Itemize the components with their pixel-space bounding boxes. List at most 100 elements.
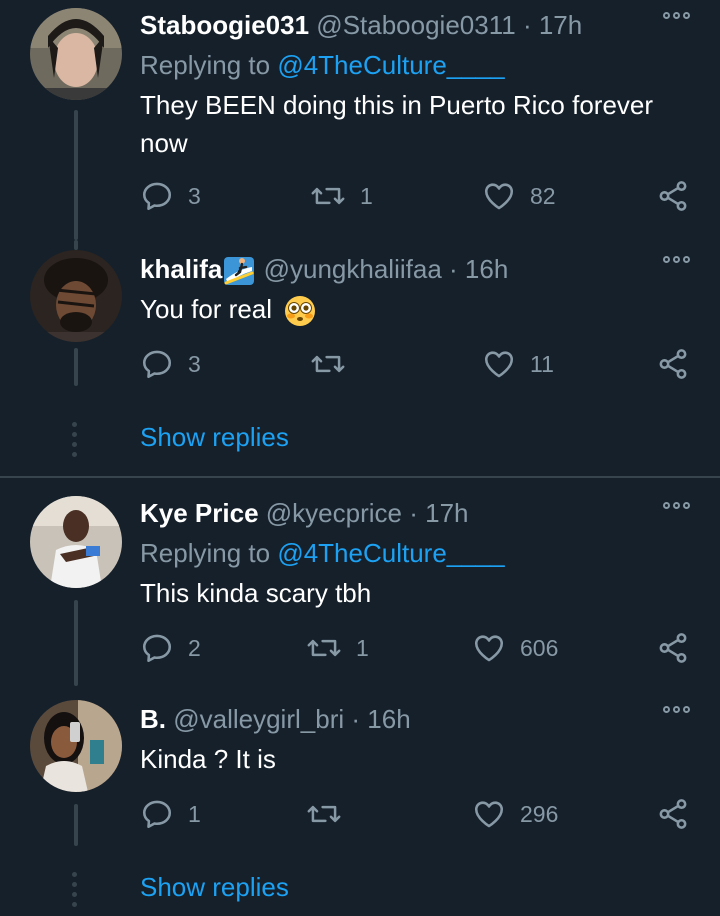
user-handle[interactable]: @Staboogie0311 (316, 10, 515, 40)
like-count: 606 (520, 634, 559, 661)
timestamp[interactable]: 16h (367, 704, 410, 734)
tweet[interactable]: Kye Price @kyecprice · 17h Replying to @… (0, 496, 720, 696)
tweet-actions: 1 296 (140, 794, 700, 834)
tweet-actions: 3 11 (140, 344, 700, 384)
like-icon (474, 635, 504, 662)
separator-dot: · (409, 498, 418, 528)
separator-dot: · (351, 704, 361, 734)
timestamp[interactable]: 16h (465, 254, 508, 284)
mention-link[interactable]: @4TheCulture____ (277, 538, 504, 568)
like-button[interactable]: 11 (482, 344, 554, 384)
replying-label: Replying to (140, 50, 271, 80)
tweet-text-content: You for real (140, 294, 273, 324)
avatar[interactable] (30, 496, 122, 588)
share-icon (659, 349, 687, 379)
replying-to: Replying to @4TheCulture____ (140, 536, 505, 570)
tweet[interactable]: Staboogie031 @Staboogie0311 · 17h Replyi… (0, 0, 720, 250)
reply-count: 3 (188, 350, 201, 377)
avatar[interactable] (30, 250, 122, 342)
avatar[interactable] (30, 700, 122, 792)
tweet-header: B. @valleygirl_bri · 16h (140, 702, 411, 736)
share-icon (659, 181, 687, 211)
like-button[interactable]: 82 (482, 176, 556, 216)
separator-dot: · (522, 10, 532, 40)
tweet-header: khalifa @yungkhaliifaa · 16h (140, 252, 508, 287)
tweet-header: Staboogie031 @Staboogie0311 · 17h (140, 8, 582, 42)
like-count: 11 (530, 350, 554, 377)
thread-line (74, 240, 78, 250)
timestamp[interactable]: 17h (425, 498, 468, 528)
reply-count: 3 (188, 182, 201, 209)
tweet[interactable]: khalifa @yungkhaliifaa · 16h You for rea… (0, 240, 720, 400)
user-handle[interactable]: @kyecprice (266, 498, 402, 528)
share-button[interactable] (656, 344, 690, 384)
share-button[interactable] (656, 628, 690, 668)
tweet-text: You for real (140, 290, 700, 328)
retweet-icon (307, 639, 341, 657)
replying-label: Replying to (140, 538, 271, 568)
retweet-count: 1 (360, 182, 373, 209)
display-name[interactable]: khalifa (140, 254, 222, 284)
reply-icon (142, 634, 172, 663)
retweet-count: 1 (356, 634, 369, 661)
more-icon[interactable] (663, 256, 690, 263)
show-replies-link[interactable]: Show replies (140, 420, 289, 454)
reply-count: 2 (188, 634, 201, 661)
retweet-button[interactable] (306, 794, 356, 834)
like-button[interactable]: 606 (472, 628, 558, 668)
like-button[interactable]: 296 (472, 794, 558, 834)
like-icon (484, 351, 514, 378)
retweet-icon (307, 805, 341, 823)
thread-ellipsis (72, 872, 77, 907)
tweet-header: Kye Price @kyecprice · 17h (140, 496, 469, 530)
show-replies-link[interactable]: Show replies (140, 870, 289, 904)
more-icon[interactable] (663, 706, 690, 713)
thread-line (74, 348, 78, 386)
like-count: 296 (520, 800, 559, 827)
display-name[interactable]: B. (140, 704, 166, 734)
tweet[interactable]: B. @valleygirl_bri · 16h Kinda ? It is 1… (0, 700, 720, 850)
share-button[interactable] (656, 176, 690, 216)
retweet-icon (311, 355, 345, 373)
thread-line (74, 600, 78, 686)
surfer-emoji (224, 257, 255, 286)
like-icon (484, 183, 514, 210)
share-icon (659, 799, 687, 829)
mention-link[interactable]: @4TheCulture____ (277, 50, 504, 80)
separator-dot: · (449, 254, 458, 284)
thread-line (74, 110, 78, 240)
display-name[interactable]: Staboogie031 (140, 10, 309, 40)
display-name[interactable]: Kye Price (140, 498, 259, 528)
tweet-text: They BEEN doing this in Puerto Rico fore… (140, 90, 654, 158)
retweet-button[interactable] (310, 344, 360, 384)
user-handle[interactable]: @valleygirl_bri (173, 704, 344, 734)
user-handle[interactable]: @yungkhaliifaa (264, 254, 442, 284)
reply-button[interactable]: 3 (140, 344, 201, 384)
reply-count: 1 (188, 800, 201, 827)
replying-to: Replying to @4TheCulture____ (140, 48, 505, 82)
thread-line (74, 804, 78, 846)
like-count: 82 (530, 182, 556, 209)
more-icon[interactable] (663, 502, 690, 509)
thread-ellipsis (72, 422, 77, 457)
reply-icon (142, 350, 172, 379)
reply-icon (142, 182, 172, 211)
more-icon[interactable] (663, 12, 690, 19)
share-icon (659, 633, 687, 663)
like-icon (474, 801, 504, 828)
reply-button[interactable]: 3 (140, 176, 201, 216)
flushed-emoji (285, 296, 316, 327)
reply-icon (142, 800, 172, 829)
retweet-button[interactable]: 1 (310, 176, 373, 216)
tweet-actions: 2 1 606 (140, 628, 700, 668)
tweet-actions: 3 1 82 (140, 176, 700, 216)
divider (0, 476, 720, 478)
retweet-button[interactable]: 1 (306, 628, 369, 668)
avatar[interactable] (30, 8, 122, 100)
timestamp[interactable]: 17h (539, 10, 582, 40)
reply-button[interactable]: 2 (140, 628, 201, 668)
reply-button[interactable]: 1 (140, 794, 201, 834)
share-button[interactable] (656, 794, 690, 834)
retweet-icon (311, 187, 345, 205)
tweet-text: Kinda ? It is (140, 744, 276, 774)
